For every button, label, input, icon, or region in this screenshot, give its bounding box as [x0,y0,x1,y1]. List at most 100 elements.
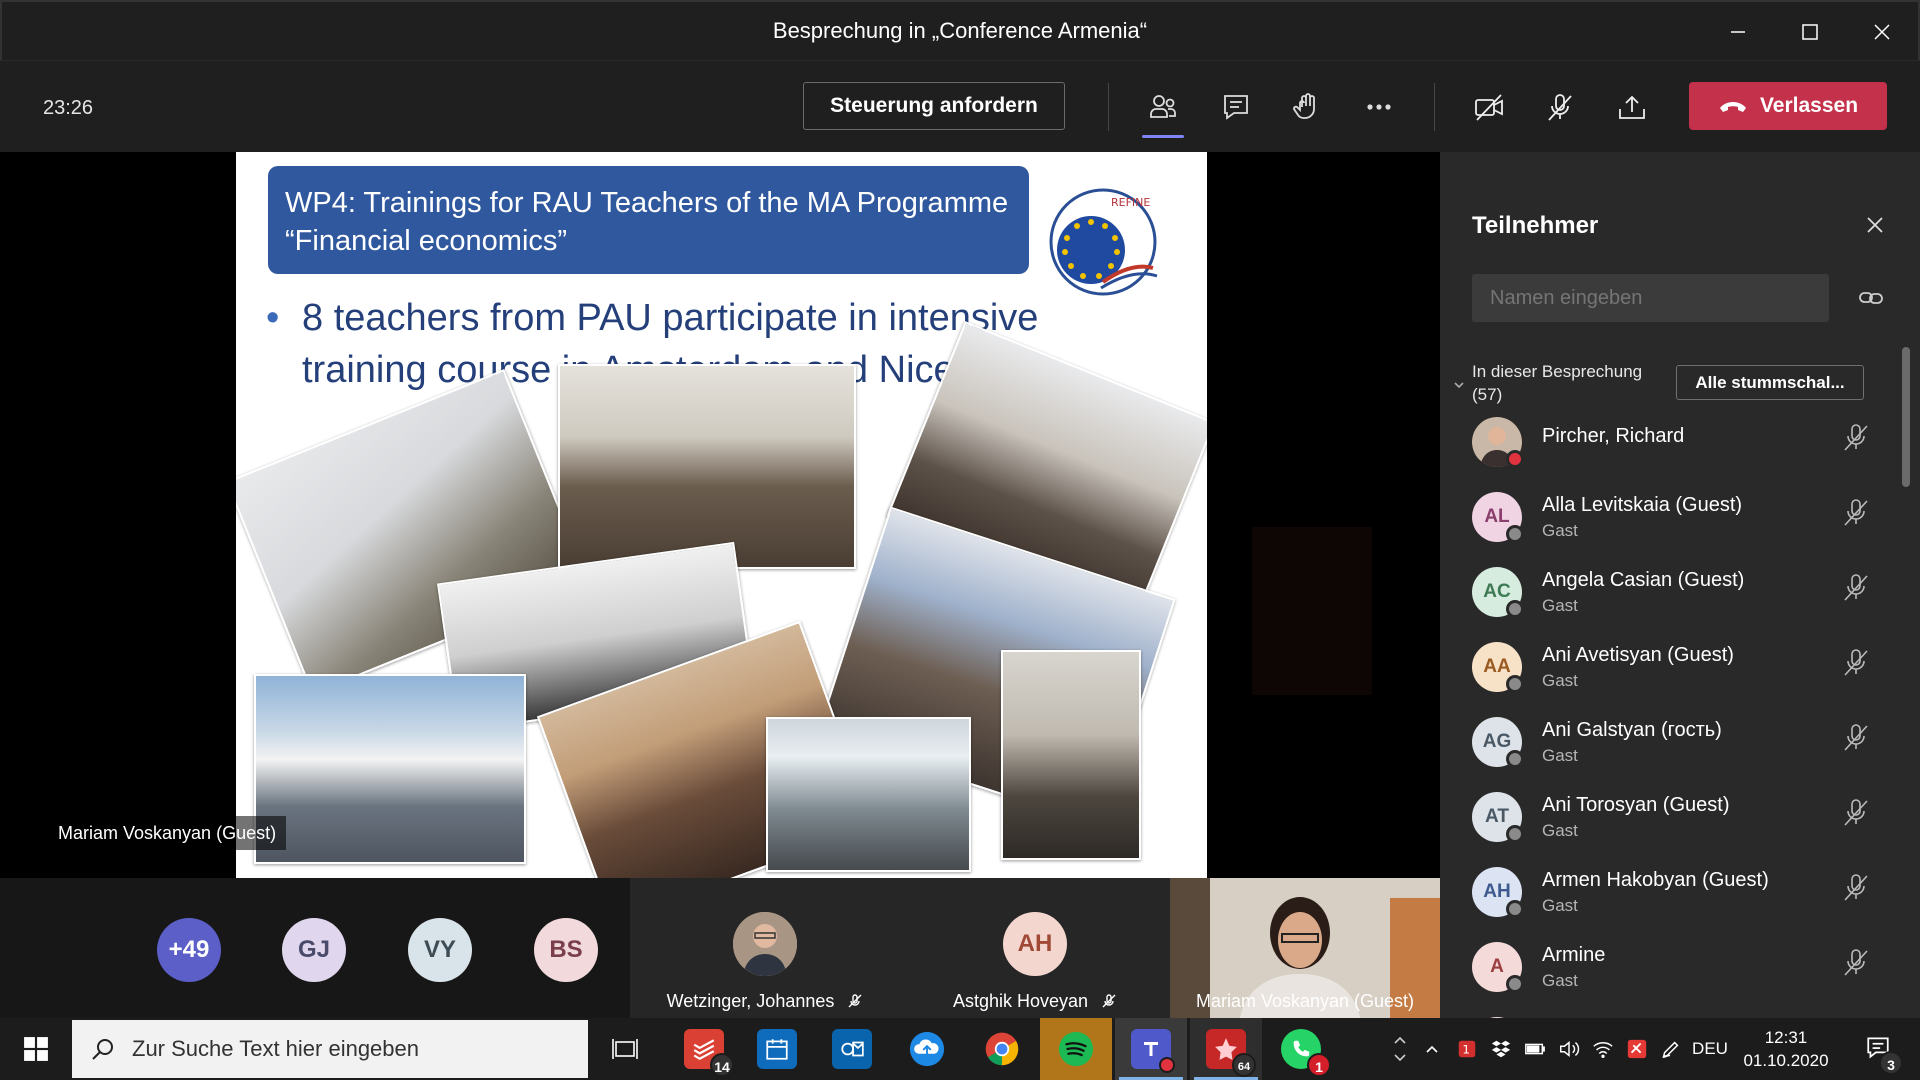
dimmed-background-shape [1252,527,1372,695]
participant-name: Ani Avetisyan (Guest) [1542,644,1734,666]
list-item[interactable]: AL Alla Levitskaia (Guest) Gast [1440,486,1900,561]
avatar[interactable]: VY [408,918,472,982]
search-placeholder: Zur Suche Text hier eingeben [132,1036,419,1061]
camera-toggle-button[interactable] [1466,86,1512,128]
list-item[interactable]: AG Ani Galstyan (гость) Gast [1440,711,1900,786]
participant-tile[interactable]: AH Astghik Hoveyan [900,878,1170,1018]
tray-item[interactable] [1622,1018,1652,1080]
language-indicator: DEU [1692,1039,1728,1058]
taskbar-scroll[interactable] [1388,1018,1412,1080]
tray-item[interactable] [1520,1018,1550,1080]
clock-date: 01.10.2020 [1743,1051,1829,1070]
avatar-initials: VY [423,936,456,963]
teams-app[interactable] [1115,1018,1187,1080]
avatar-initials: GJ [297,936,330,963]
tray-red-app-icon: 1 [1458,1040,1476,1058]
list-item[interactable]: AH Armen Hakobyan (Guest) Gast [1440,861,1900,936]
list-item[interactable]: AA Ani Avetisyan (Guest) Gast [1440,636,1900,711]
maximize-button[interactable] [1774,2,1846,62]
teams-icon [1131,1029,1175,1073]
participant-search-input[interactable] [1472,274,1829,322]
taskbar-clock[interactable]: 12:31 01.10.2020 [1736,1026,1836,1072]
avatar: AC [1472,567,1524,618]
overflow-avatars: +49 GJ VY BS [0,878,630,1018]
teams-window: Besprechung in „Conference Armenia“ 23:2… [0,0,1920,1080]
participant-name: Wetzinger, Johannes [630,991,900,1012]
notification-count-badge: 64 [1232,1053,1256,1077]
list-item[interactable]: AT Ani Torosyan (Guest) Gast [1440,786,1900,861]
more-actions-button[interactable] [1356,86,1402,128]
action-center-button[interactable]: 3 [1846,1018,1910,1080]
show-hidden-icons-button[interactable] [1420,1018,1444,1080]
tray-item[interactable]: 1 [1452,1018,1482,1080]
avatar-initials: AT [1485,806,1509,827]
tray-item[interactable] [1656,1018,1686,1080]
onedrive-app[interactable] [895,1018,959,1080]
leave-button[interactable]: Verlassen [1689,82,1887,130]
avatar-initials: AG [1482,731,1512,752]
tray-item[interactable] [1486,1018,1516,1080]
participant-tile[interactable]: Wetzinger, Johannes [630,878,900,1018]
status-badge [1506,450,1524,468]
collage-photo [254,674,526,864]
tray-item[interactable] [1588,1018,1618,1080]
red-app[interactable]: 64 [1190,1018,1262,1080]
collage-photo [766,717,971,872]
close-window-button[interactable] [1846,2,1918,62]
participant-name: Armine [1542,944,1606,966]
participants-button[interactable] [1140,86,1186,138]
participant-name: Astghik Hoveyan [900,991,1170,1012]
input-language-button[interactable]: DEU [1688,1018,1732,1080]
avatar[interactable]: GJ [282,918,346,982]
avatar[interactable]: +49 [157,918,221,982]
request-control-button[interactable]: Steuerung anfordern [803,82,1065,130]
participant-name: Pircher, Richard [1542,425,1685,447]
mic-off-icon [1844,649,1868,676]
chevron-down-icon[interactable] [1452,378,1466,392]
mic-toggle-button[interactable] [1537,86,1583,128]
notification-wrapper: 3 [1865,1034,1903,1075]
outlook-app[interactable] [820,1018,884,1080]
raise-hand-button[interactable] [1284,86,1330,128]
chat-button[interactable] [1213,86,1259,128]
list-item[interactable]: A Armine Gast [1440,936,1900,1011]
taskbar-search-box[interactable]: Zur Suche Text hier eingeben [72,1020,588,1078]
panel-scrollbar[interactable] [1902,347,1910,487]
chat-icon [1224,95,1248,120]
close-icon[interactable] [1864,214,1886,236]
avatar-initials: AH [1017,930,1053,957]
avatar: AH [1472,867,1524,918]
avatar: AG [1472,717,1524,768]
slide-title-line: “Financial economics” [285,225,568,257]
bullet-mark: • [266,297,280,339]
list-item[interactable]: AC Angela Casian (Guest) Gast [1440,561,1900,636]
outlook-calendar-app[interactable] [745,1018,809,1080]
participant-video-tile[interactable]: Mariam Voskanyan (Guest) [1170,878,1440,1018]
list-item[interactable]: Pircher, Richard [1440,411,1900,486]
list-item[interactable] [1440,1011,1900,1018]
mic-off-icon [1844,799,1868,826]
dropbox-icon [1491,1040,1511,1058]
task-view-button[interactable] [598,1018,652,1080]
antivirus-icon [1627,1039,1647,1059]
chrome-app[interactable] [970,1018,1034,1080]
tray-item[interactable] [1554,1018,1584,1080]
todoist-app[interactable]: 14 [672,1018,736,1080]
svg-text:1: 1 [1462,1043,1470,1057]
avatar [1472,417,1524,468]
link-icon[interactable] [1857,284,1885,312]
minimize-button[interactable] [1702,2,1774,62]
start-button[interactable] [0,1018,72,1080]
status-badge [1159,1057,1175,1073]
avatar[interactable]: BS [534,918,598,982]
whatsapp-app[interactable]: 1 [1265,1018,1337,1080]
notification-count-badge: 14 [710,1053,734,1077]
windows-logo-icon [24,1037,48,1061]
mic-off-icon [1844,874,1868,901]
mute-all-button[interactable]: Alle stummschal... [1676,365,1864,400]
window-title: Besprechung in „Conference Armenia“ [772,18,1148,43]
notification-count-badge: 1 [1307,1053,1331,1077]
share-button[interactable] [1609,86,1655,128]
spotify-app[interactable] [1040,1018,1112,1080]
participant-name: Mariam Voskanyan (Guest) [1195,991,1415,1011]
